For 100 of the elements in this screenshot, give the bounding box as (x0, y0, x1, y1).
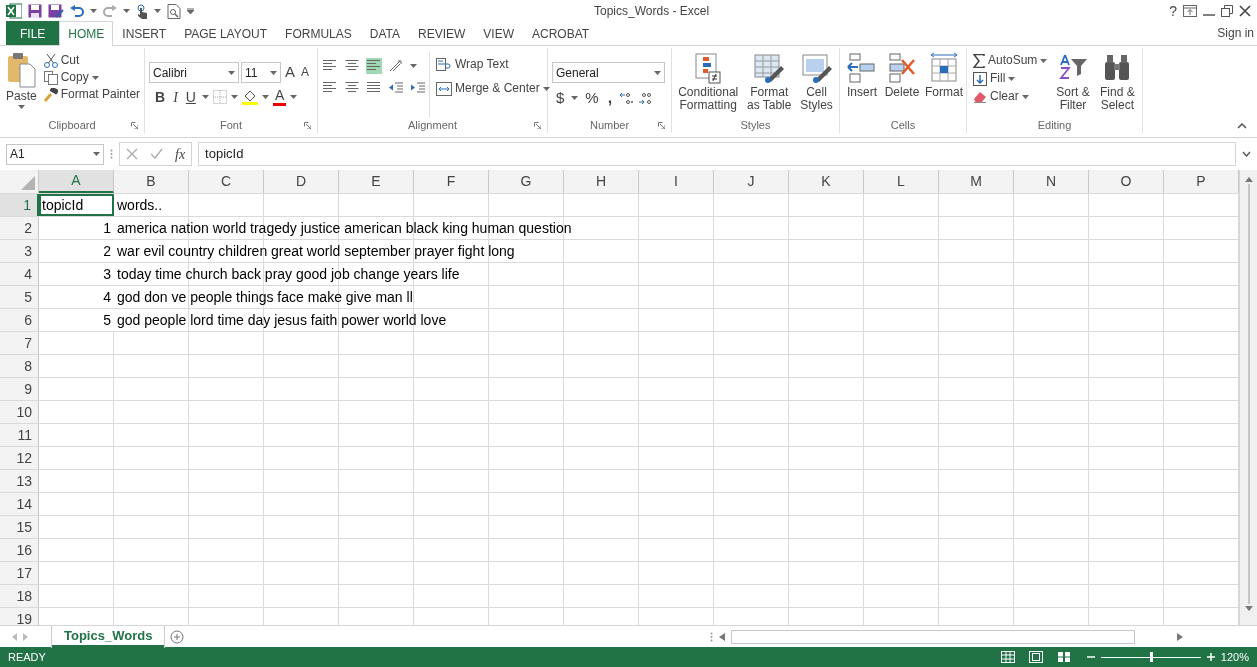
normal-view-icon[interactable] (1000, 651, 1015, 663)
caret-icon[interactable] (571, 95, 579, 100)
fill-button[interactable]: Fill (971, 72, 1050, 86)
save-icon[interactable] (28, 4, 42, 18)
sort-filter-button[interactable]: Sort & Filter (1052, 52, 1094, 117)
row-header[interactable]: 2 (0, 217, 39, 239)
sheet-tab[interactable]: Topics_Words (52, 625, 165, 648)
scroll-down-icon[interactable] (1244, 606, 1253, 612)
currency-button[interactable]: $ (554, 89, 567, 107)
dialog-launcher-icon[interactable] (131, 122, 138, 129)
scroll-up-icon[interactable] (1244, 176, 1253, 182)
dialog-launcher-icon[interactable] (304, 122, 311, 129)
close-icon[interactable] (1239, 5, 1251, 17)
ribbon-display-icon[interactable] (1183, 5, 1197, 17)
sign-in-link[interactable]: Sign in (1217, 24, 1254, 42)
copy-button[interactable]: Copy (41, 71, 143, 85)
font-color-button[interactable]: A (272, 88, 287, 107)
underline-button[interactable]: U (183, 89, 198, 105)
zoom-in-icon[interactable] (1206, 653, 1215, 661)
row-header[interactable]: 18 (0, 585, 39, 607)
restore-icon[interactable] (1221, 5, 1233, 17)
decrease-decimal-icon[interactable] (638, 90, 653, 105)
zoom-level[interactable]: 120% (1220, 648, 1249, 666)
font-size-field[interactable]: 11 (241, 62, 281, 83)
decrease-indent-icon[interactable] (388, 81, 404, 95)
row-header[interactable]: 5 (0, 286, 39, 308)
row-header[interactable]: 12 (0, 447, 39, 469)
scroll-left-icon[interactable] (719, 632, 726, 641)
row-header[interactable]: 1 (0, 194, 39, 216)
page-break-icon[interactable] (1056, 651, 1071, 663)
insert-button[interactable]: Insert (844, 52, 880, 117)
dialog-launcher-icon[interactable] (534, 122, 541, 129)
page-layout-icon[interactable] (1028, 651, 1043, 663)
print-preview-icon[interactable] (167, 3, 181, 19)
format-cells-button[interactable]: Format (924, 52, 964, 117)
dialog-launcher-icon[interactable] (658, 122, 665, 129)
format-as-table-button[interactable]: Format as Table (743, 52, 796, 117)
slider-thumb[interactable] (1149, 651, 1153, 662)
fill-color-icon[interactable] (241, 89, 258, 106)
caret-icon[interactable] (290, 95, 298, 100)
caret-icon[interactable] (201, 95, 209, 100)
conditional-formatting-button[interactable]: Conditional Formatting (676, 52, 741, 117)
number-format-field[interactable]: General (552, 62, 665, 83)
row-header[interactable]: 6 (0, 309, 39, 331)
ribbon-tab[interactable]: HOME (59, 21, 114, 46)
format-painter-button[interactable]: Format Painter (41, 88, 143, 102)
row-header[interactable]: 15 (0, 516, 39, 538)
find-select-button[interactable]: Find & Select (1096, 52, 1138, 117)
row-header[interactable]: 7 (0, 332, 39, 354)
name-box[interactable]: A1 (6, 143, 104, 165)
caret-icon[interactable] (230, 95, 238, 100)
bottom-align-icon[interactable] (366, 58, 382, 74)
scroll-right-icon[interactable] (1177, 632, 1184, 641)
insert-function-button[interactable]: fx (175, 143, 186, 165)
grow-font-button[interactable]: A (283, 64, 297, 81)
touch-mode-icon[interactable] (136, 3, 148, 19)
increase-decimal-icon[interactable] (619, 90, 634, 105)
cell-styles-button[interactable]: Cell Styles (798, 52, 835, 117)
comma-button[interactable]: , (605, 89, 615, 107)
row-header[interactable]: 14 (0, 493, 39, 515)
row-header[interactable]: 19 (0, 608, 39, 625)
scrollbar-thumb[interactable] (1247, 184, 1250, 604)
row-header[interactable]: 4 (0, 263, 39, 285)
help-button[interactable]: ? (1169, 0, 1177, 22)
caret-icon[interactable] (410, 64, 417, 68)
row-header[interactable]: 11 (0, 424, 39, 446)
row-header[interactable]: 3 (0, 240, 39, 262)
increase-indent-icon[interactable] (410, 81, 426, 95)
row-header[interactable]: 10 (0, 401, 39, 423)
clear-button[interactable]: Clear (971, 90, 1050, 104)
excel-logo-icon[interactable] (6, 3, 22, 19)
delete-button[interactable]: Delete (883, 52, 921, 117)
row-header[interactable]: 9 (0, 378, 39, 400)
customize-caret-icon[interactable] (187, 8, 194, 14)
caret-icon[interactable] (154, 9, 161, 13)
zoom-out-icon[interactable] (1086, 653, 1095, 661)
wrap-text-button[interactable]: Wrap Text (434, 58, 552, 72)
row-header[interactable]: 8 (0, 355, 39, 377)
caret-icon[interactable] (123, 9, 130, 13)
caret-icon[interactable] (90, 9, 97, 13)
column-header[interactable]: A (39, 170, 114, 193)
row-header[interactable]: 13 (0, 470, 39, 492)
paste-button[interactable]: Paste (4, 52, 39, 117)
row-header[interactable]: 17 (0, 562, 39, 584)
splitter-icon[interactable] (710, 631, 714, 642)
cut-button[interactable]: Cut (41, 54, 143, 68)
save-as-icon[interactable] (48, 4, 64, 18)
undo-icon[interactable] (70, 5, 84, 17)
row-header[interactable]: 16 (0, 539, 39, 561)
shrink-font-button[interactable]: A (299, 65, 312, 80)
new-sheet-icon[interactable] (170, 629, 185, 644)
expand-formula-icon[interactable] (1242, 151, 1251, 157)
collapse-ribbon-icon[interactable] (1237, 123, 1247, 129)
italic-button[interactable]: I (171, 89, 180, 105)
font-name-field[interactable]: Calibri (149, 62, 239, 83)
bold-button[interactable]: B (153, 89, 168, 105)
merge-center-button[interactable]: Merge & Center (434, 82, 552, 96)
file-tab[interactable]: FILE (6, 21, 60, 45)
orientation-icon[interactable] (388, 59, 404, 73)
percent-button[interactable]: % (583, 89, 601, 107)
